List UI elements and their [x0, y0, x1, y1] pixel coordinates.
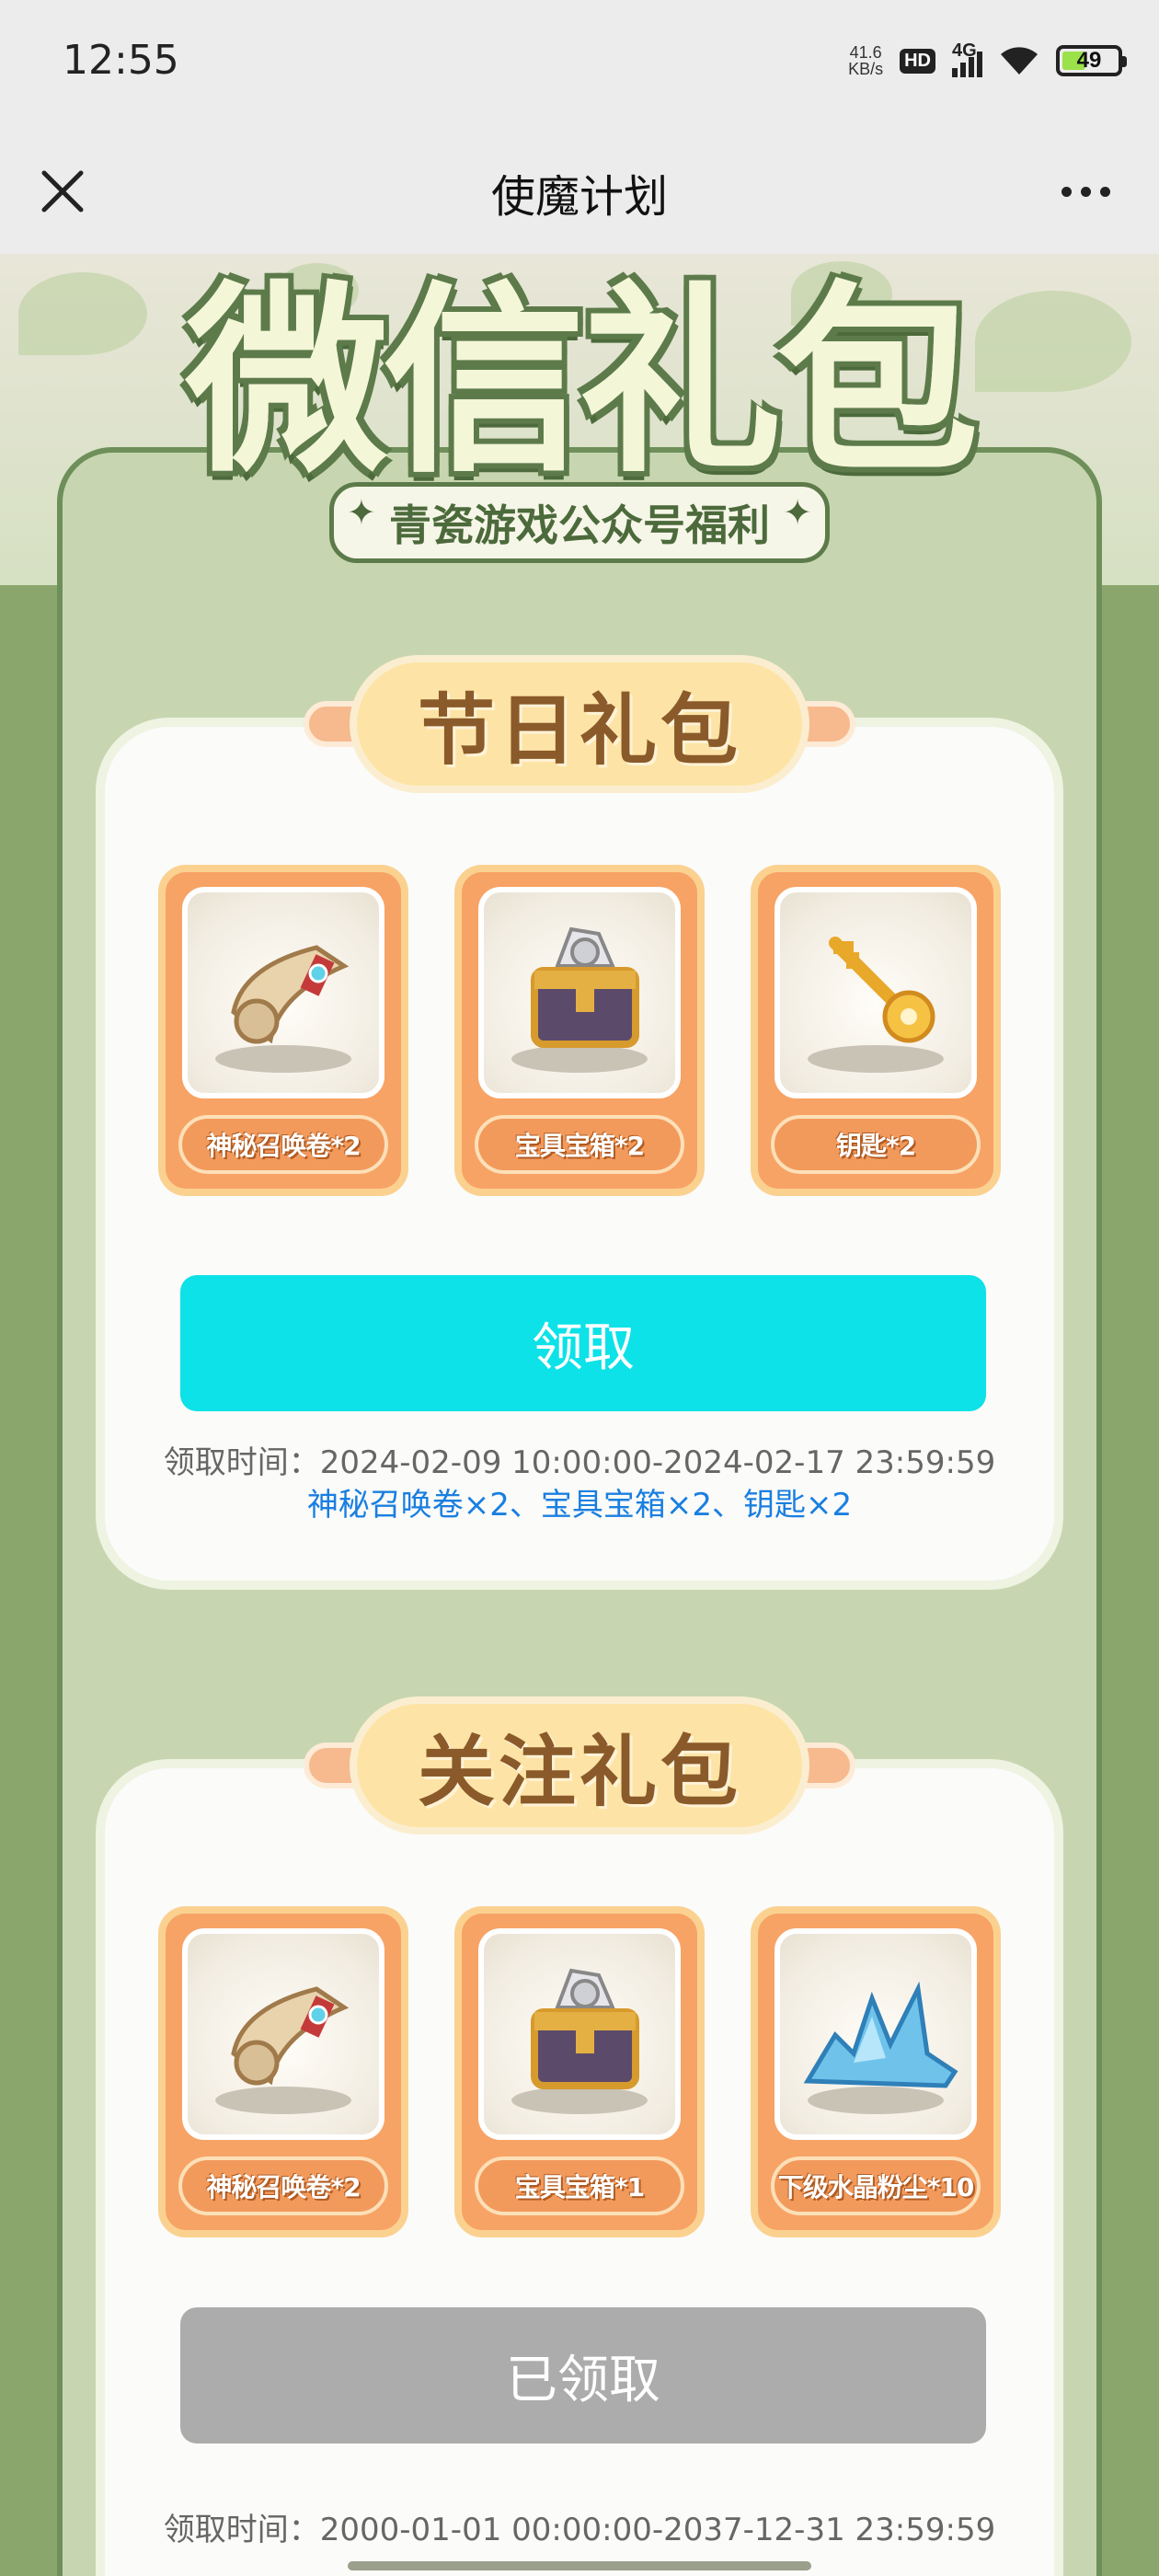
- card-heading: 关注礼包: [304, 1696, 855, 1834]
- reward-item: 神秘召唤卷*2: [158, 1906, 408, 2237]
- reward-item: 下级水晶粉尘*10: [751, 1906, 1001, 2237]
- status-icons: 41.6 KB/s HD 4G 49: [848, 35, 1127, 86]
- claim-time: 领取时间：2000-01-01 00:00:00-2037-12-31 23:5…: [163, 2512, 996, 2548]
- hd-badge: HD: [900, 48, 935, 74]
- more-icon: [1061, 186, 1072, 197]
- holiday-pack-card: 节日礼包 神秘召唤卷*2 宝具宝箱*2 钥匙*2 领取 领取时间：2024-02…: [96, 655, 1063, 1590]
- card-heading-text: 关注礼包: [417, 1726, 741, 1817]
- item-list: 神秘召唤卷*2 宝具宝箱*1 下级水晶粉尘*10: [158, 1906, 1001, 2237]
- follow-pack-card: 关注礼包 神秘召唤卷*2 宝具宝箱*1 下级水晶粉尘*10 已领取 领取时间：2…: [96, 1696, 1063, 2576]
- reward-item: 宝具宝箱*1: [454, 1906, 705, 2237]
- reward-item-label: 钥匙*2: [771, 1115, 981, 1174]
- crystal-dust-icon: [803, 1981, 958, 2088]
- battery-icon: 49: [1056, 45, 1127, 76]
- claimed-button[interactable]: 已领取: [180, 2307, 986, 2444]
- network-speed-value: 41.6: [849, 43, 882, 62]
- reward-item-label: 神秘召唤卷*2: [178, 2156, 388, 2215]
- card-heading-text: 节日礼包: [417, 684, 741, 776]
- reward-item-label: 宝具宝箱*1: [475, 2156, 684, 2215]
- claim-button[interactable]: 领取: [180, 1275, 986, 1411]
- treasure-chest-icon: [531, 926, 639, 1048]
- status-bar: 12:55 41.6 KB/s HD 4G 49: [0, 0, 1159, 129]
- network-speed-unit: KB/s: [848, 60, 884, 78]
- banner-title: 微信礼包: [185, 264, 979, 500]
- card-heading: 节日礼包: [304, 655, 855, 793]
- wifi-icon: [1001, 47, 1038, 75]
- home-indicator[interactable]: [348, 2561, 811, 2570]
- reward-item-label: 下级水晶粉尘*10: [771, 2156, 981, 2215]
- banner: 微信礼包 青瓷游戏公众号福利: [0, 276, 1159, 563]
- page-title: 使魔计划: [490, 171, 668, 223]
- key-icon: [829, 937, 935, 1043]
- reward-item: 宝具宝箱*2: [454, 865, 705, 1196]
- cellular-signal-icon: 4G: [952, 40, 982, 77]
- page-content[interactable]: 微信礼包 青瓷游戏公众号福利 节日礼包 神秘召唤卷*2: [0, 254, 1159, 2576]
- status-time: 12:55: [63, 37, 179, 84]
- battery-level: 49: [1076, 48, 1102, 73]
- treasure-chest-icon: [531, 1968, 639, 2089]
- network-speed: 41.6 KB/s: [848, 44, 883, 77]
- nav-bar: 使魔计划: [0, 129, 1159, 254]
- reward-item-label: 神秘召唤卷*2: [178, 1115, 388, 1174]
- more-options-button[interactable]: [1049, 162, 1122, 221]
- network-type: 4G: [952, 40, 977, 61]
- claim-time: 领取时间：2024-02-09 10:00:00-2024-02-17 23:5…: [163, 1444, 996, 1481]
- banner-subtitle: 青瓷游戏公众号福利: [329, 482, 830, 563]
- reward-summary: 神秘召唤卷×2、宝具宝箱×2、钥匙×2: [306, 1487, 853, 1524]
- scroll-icon: [231, 1986, 350, 2086]
- reward-item-label: 宝具宝箱*2: [475, 1115, 684, 1174]
- reward-item: 钥匙*2: [751, 865, 1001, 1196]
- reward-item: 神秘召唤卷*2: [158, 865, 408, 1196]
- item-list: 神秘召唤卷*2 宝具宝箱*2 钥匙*2: [158, 865, 1001, 1196]
- scroll-icon: [231, 945, 350, 1044]
